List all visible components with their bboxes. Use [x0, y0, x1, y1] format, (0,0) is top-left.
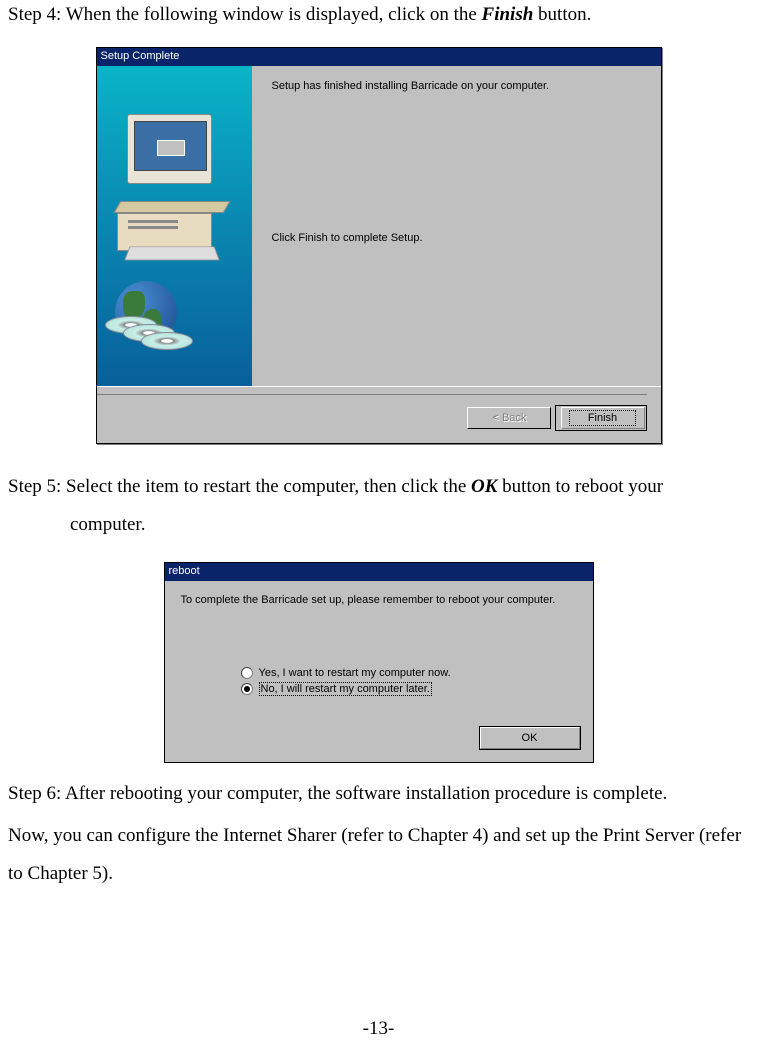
step5-instruction: Step 5: Select the item to restart the c… [8, 468, 749, 544]
step4-suffix: button. [533, 4, 591, 25]
setup-finished-message: Setup has finished installing Barricade … [272, 80, 641, 92]
step5-action: OK [471, 476, 497, 497]
back-button: < Back [467, 407, 551, 429]
click-finish-message: Click Finish to complete Setup. [272, 232, 641, 244]
finish-button-label: Finish [569, 410, 636, 426]
dialog1-titlebar: Setup Complete [97, 48, 661, 66]
restart-later-radio[interactable] [241, 683, 253, 695]
dialog2-titlebar: reboot [165, 563, 593, 581]
restart-later-label[interactable]: No, I will restart my computer later. [259, 682, 432, 696]
step5-suffix: button to reboot your [497, 476, 663, 497]
reboot-message: To complete the Barricade set up, please… [181, 593, 577, 607]
step5-prefix: Step 5: Select the item to restart the c… [8, 476, 471, 497]
step4-prefix: Step 4: When the following window is dis… [8, 4, 482, 25]
page-number: -13- [0, 1018, 757, 1040]
monitor-icon [127, 114, 212, 184]
setup-complete-dialog: Setup Complete [96, 47, 662, 444]
step4-instruction: Step 4: When the following window is dis… [8, 2, 749, 29]
installer-sidebar-image [97, 66, 252, 386]
finish-button[interactable]: Finish [561, 407, 645, 429]
step4-action: Finish [482, 4, 534, 25]
restart-now-label[interactable]: Yes, I want to restart my computer now. [259, 667, 451, 679]
step5-line2: computer. [70, 514, 145, 535]
ok-button[interactable]: OK [480, 727, 580, 749]
final-instruction: Now, you can configure the Internet Shar… [8, 817, 749, 893]
reboot-dialog: reboot To complete the Barricade set up,… [164, 562, 594, 763]
step6-instruction: Step 6: After rebooting your computer, t… [8, 781, 749, 808]
restart-now-radio[interactable] [241, 667, 253, 679]
keyboard-icon [124, 246, 220, 260]
